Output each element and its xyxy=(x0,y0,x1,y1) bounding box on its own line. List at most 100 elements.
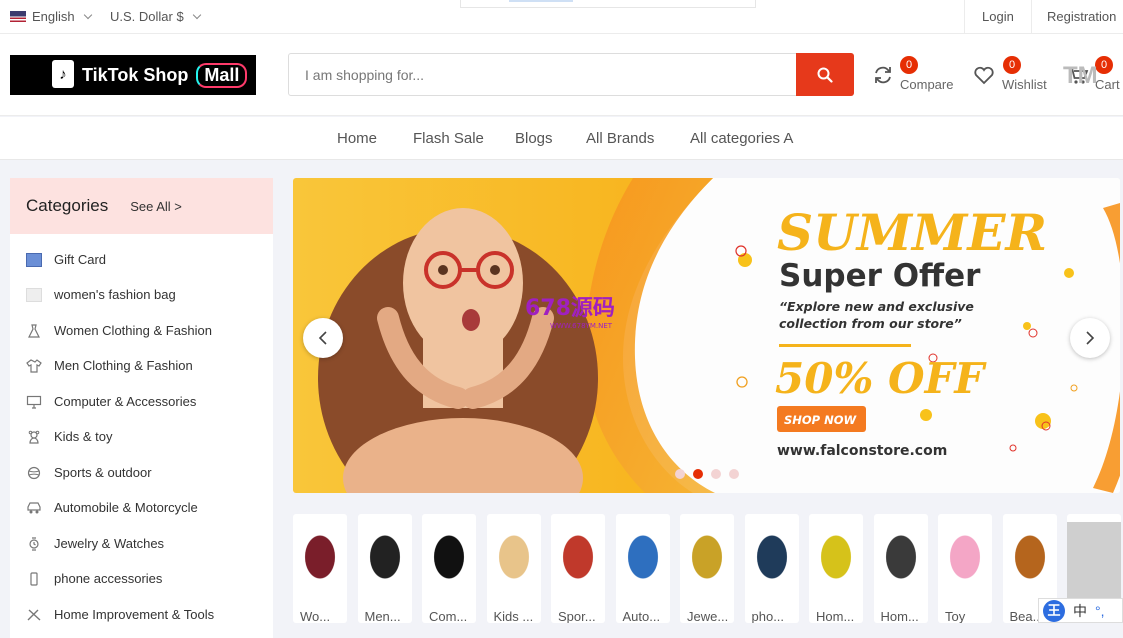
compare-icon xyxy=(875,66,891,84)
product-category-card[interactable]: Hom... xyxy=(873,514,928,623)
search-button[interactable] xyxy=(796,53,854,96)
product-category-card[interactable]: pho... xyxy=(744,514,799,623)
nav-all-categories[interactable]: All categories A xyxy=(690,130,793,147)
category-label: phone accessories xyxy=(54,571,163,586)
banner-prev-button[interactable] xyxy=(303,318,343,358)
nav-all-brands[interactable]: All Brands xyxy=(586,130,654,147)
category-label: Kids & toy xyxy=(54,429,113,444)
toy-icon xyxy=(28,430,40,444)
category-automobile[interactable]: Automobile & Motorcycle xyxy=(26,500,198,515)
category-label: Sports & outdoor xyxy=(54,465,152,480)
banner-dot[interactable] xyxy=(675,469,685,479)
banner-dot-active[interactable] xyxy=(693,469,703,479)
main-nav: Home Flash Sale Blogs All Brands All cat… xyxy=(0,117,1123,160)
category-womens-fashion-bag[interactable]: women's fashion bag xyxy=(26,287,176,302)
product-category-label: Jewe... xyxy=(687,609,729,623)
product-category-label: Auto... xyxy=(622,609,661,623)
wishlist-count-badge: 0 xyxy=(1003,56,1021,74)
watermark-text: 678源码 xyxy=(525,296,615,321)
compare-label: Compare xyxy=(900,77,954,92)
product-category-label: Wo... xyxy=(300,609,331,623)
compare-count-badge: 0 xyxy=(900,56,918,74)
nav-flash-sale[interactable]: Flash Sale xyxy=(413,130,484,147)
product-category-label: pho... xyxy=(751,609,785,623)
compare-button[interactable]: 0 Compare xyxy=(872,56,962,108)
banner-cta: SHOP NOW xyxy=(784,413,858,427)
baby-product-icon xyxy=(490,524,537,590)
category-jewelry-watches[interactable]: Jewelry & Watches xyxy=(26,536,164,551)
product-category-card[interactable]: Com... xyxy=(422,514,476,623)
header: ♪ TikTok Shop Mall 0 Compare 0 Wishlist … xyxy=(0,34,1123,116)
banner-tagline-2: collection from our store” xyxy=(779,316,962,331)
nav-blogs[interactable]: Blogs xyxy=(515,130,553,147)
category-gift-card[interactable]: Gift Card xyxy=(26,252,106,267)
dress-product-icon xyxy=(297,524,343,590)
banner-url: www.falconstore.com xyxy=(777,443,947,459)
banner-headline: SUMMER xyxy=(777,203,1047,262)
toy-car-product-icon xyxy=(942,524,988,590)
cart-count-badge: 0 xyxy=(1095,56,1113,74)
category-women-clothing[interactable]: Women Clothing & Fashion xyxy=(26,323,212,338)
see-all-link[interactable]: See All > xyxy=(130,199,182,214)
search-input[interactable] xyxy=(289,54,795,95)
banner-discount: 50% OFF xyxy=(775,354,987,403)
tools-icon xyxy=(27,608,41,621)
categories-panel: Categories See All > Gift Card women's f… xyxy=(10,178,273,638)
category-sports-outdoor[interactable]: Sports & outdoor xyxy=(26,465,152,480)
category-label: women's fashion bag xyxy=(54,287,176,302)
categories-title: Categories xyxy=(26,196,109,215)
product-category-card[interactable]: Spor... xyxy=(551,514,605,623)
chevron-down-icon xyxy=(192,10,201,19)
logo-mall: Mall xyxy=(196,62,248,88)
login-link[interactable]: Login xyxy=(982,9,1014,24)
car-product-icon xyxy=(619,524,666,590)
banner-dot[interactable] xyxy=(729,469,739,479)
banner-next-button[interactable] xyxy=(1070,318,1110,358)
ball-icon xyxy=(27,466,41,479)
watch-icon xyxy=(29,536,39,551)
top-center-tab xyxy=(460,0,756,8)
wishlist-label: Wishlist xyxy=(1002,77,1047,92)
category-label: Automobile & Motorcycle xyxy=(54,500,198,515)
monitor-icon xyxy=(26,395,42,409)
trademark-mark: TM xyxy=(1063,62,1098,89)
product-category-card[interactable]: Kids ... xyxy=(486,514,541,623)
banner-subhead: Super Offer xyxy=(779,258,981,294)
category-home-improvement[interactable]: Home Improvement & Tools xyxy=(26,607,214,622)
product-category-label: Men... xyxy=(364,609,401,623)
category-phone-accessories[interactable]: phone accessories xyxy=(26,571,162,586)
language-label: English xyxy=(32,9,75,24)
product-category-card[interactable]: Toy xyxy=(938,514,992,623)
currency-label: U.S. Dollar $ xyxy=(110,9,184,24)
product-category-card[interactable]: Auto... xyxy=(615,514,670,623)
ime-lang: 中 xyxy=(1073,602,1087,619)
category-label: Gift Card xyxy=(54,252,107,267)
hero-banner[interactable]: SUMMER Super Offer “Explore new and excl… xyxy=(293,178,1120,493)
product-category-label: Kids ... xyxy=(493,609,534,623)
currency-selector[interactable]: U.S. Dollar $ xyxy=(110,9,201,24)
categories-header: Categories See All > xyxy=(10,178,273,234)
product-category-card[interactable]: Jewe... xyxy=(680,514,734,623)
category-men-clothing[interactable]: Men Clothing & Fashion xyxy=(26,358,193,373)
category-computer-accessories[interactable]: Computer & Accessories xyxy=(26,394,196,409)
product-category-card[interactable]: Men... xyxy=(357,514,412,623)
product-category-label: Toy xyxy=(945,609,966,623)
wishlist-button[interactable]: 0 Wishlist xyxy=(973,56,1053,108)
registration-link[interactable]: Registration xyxy=(1047,9,1116,24)
banner-dot[interactable] xyxy=(711,469,721,479)
language-selector[interactable]: English xyxy=(10,9,92,24)
search-bar xyxy=(288,53,854,96)
phone-product-icon xyxy=(748,524,795,590)
nav-home[interactable]: Home xyxy=(337,130,377,147)
product-category-card[interactable]: Wo... xyxy=(293,514,347,623)
ime-toolbar[interactable]: 王 中 °, xyxy=(1038,598,1123,623)
cart-label: Cart xyxy=(1095,77,1120,92)
banner-artwork: SUMMER Super Offer “Explore new and excl… xyxy=(293,178,1120,493)
product-category-card[interactable]: Hom... xyxy=(809,514,863,623)
chevron-left-icon xyxy=(318,331,327,345)
banner-pagination xyxy=(675,469,739,479)
product-category-label: Hom... xyxy=(880,609,919,623)
tiktok-shop-logo[interactable]: ♪ TikTok Shop Mall xyxy=(10,55,256,95)
suit-product-icon xyxy=(361,524,408,590)
category-kids-toy[interactable]: Kids & toy xyxy=(26,429,113,444)
